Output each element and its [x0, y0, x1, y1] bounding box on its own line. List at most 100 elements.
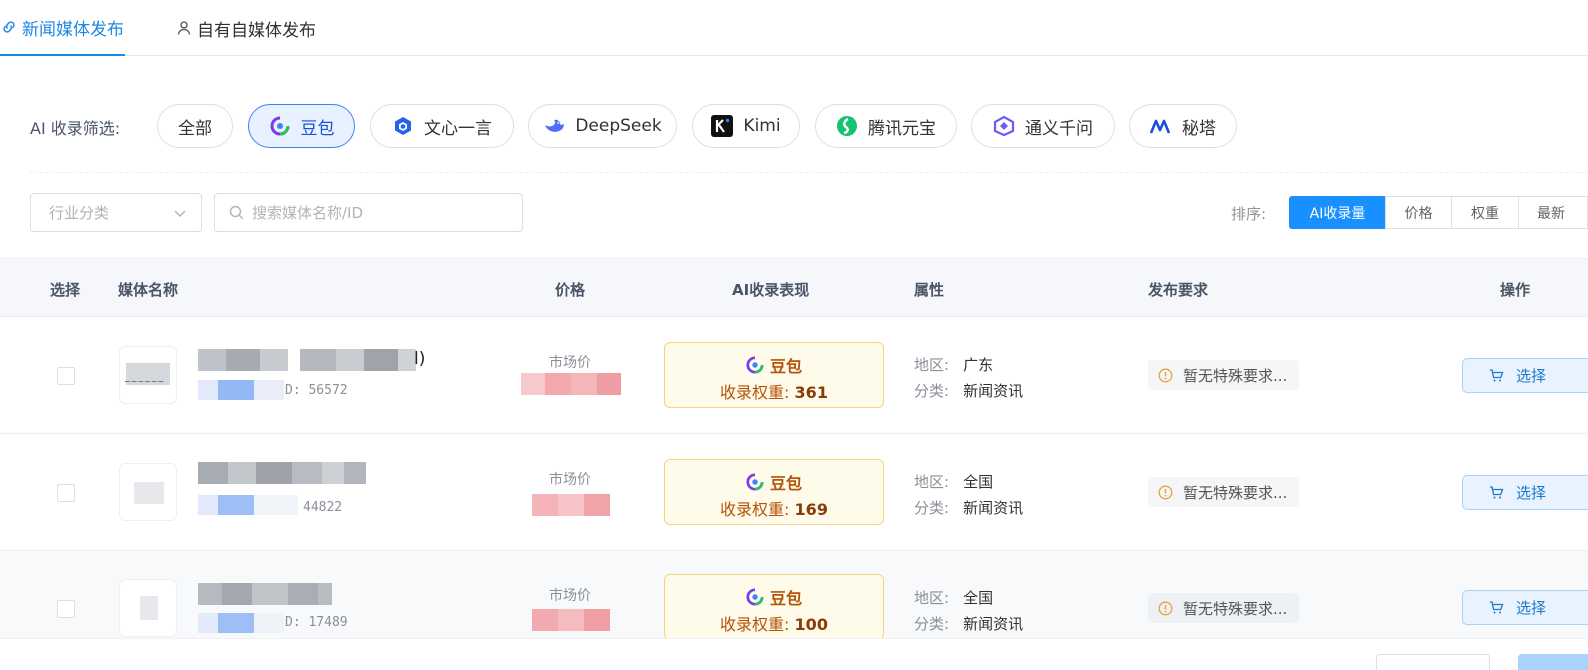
- filter-divider: [30, 172, 1588, 173]
- select-button[interactable]: 选择: [1462, 475, 1588, 510]
- weight-label: 收录权重:: [720, 615, 790, 634]
- category-attr: 分类: 新闻资讯: [914, 615, 1024, 633]
- search-placeholder: 搜索媒体名称/ID: [252, 204, 364, 222]
- table-row: 44822 市场价 豆包 收录权重: 169 地区: 全国 分类: 新闻资讯 暂无特…: [0, 434, 1588, 551]
- row-checkbox[interactable]: [57, 367, 75, 385]
- requirement-tag: 暂无特殊要求...: [1148, 593, 1299, 623]
- weight-label: 收录权重:: [720, 500, 790, 519]
- kimi-logo-icon: [711, 115, 734, 137]
- media-id: 44822: [303, 500, 343, 515]
- media-id-blurred: [198, 380, 284, 400]
- requirement-tag: 暂无特殊要求...: [1148, 477, 1299, 507]
- chip-label: 通义千问: [1025, 118, 1093, 139]
- ai-chip-kimi[interactable]: Kimi: [692, 104, 800, 148]
- ai-performance-card: 豆包 收录权重: 100: [664, 574, 884, 640]
- media-name-blurred: [198, 583, 332, 605]
- page-size-select[interactable]: [1376, 654, 1490, 670]
- media-id-blurred: [198, 495, 298, 515]
- ai-chip-mita[interactable]: 秘塔: [1129, 104, 1237, 148]
- media-logo: [119, 579, 177, 637]
- media-name-blurred: [198, 349, 416, 371]
- industry-placeholder: 行业分类: [49, 204, 110, 222]
- table-row: ~~~~~~ l) D: 56572 市场价 豆包 收录权重: 361 地区: 广…: [0, 317, 1588, 434]
- category-attr: 分类: 新闻资讯: [914, 382, 1024, 400]
- media-logo: [119, 463, 177, 521]
- sort-label: 排序:: [1231, 205, 1267, 223]
- cart-icon: [1489, 368, 1504, 383]
- chip-label: Kimi: [743, 116, 781, 136]
- media-id: D: 56572: [285, 383, 348, 398]
- select-button[interactable]: 选择: [1462, 590, 1588, 625]
- mita-logo-icon: [1150, 115, 1172, 137]
- chevron-down-icon: [173, 206, 187, 224]
- chip-label: 文心一言: [424, 118, 492, 139]
- requirement-tag: 暂无特殊要求...: [1148, 360, 1299, 390]
- ai-performance-card: 豆包 收录权重: 361: [664, 342, 884, 408]
- chip-label: 全部: [178, 118, 212, 139]
- chip-label: 腾讯元宝: [868, 118, 936, 139]
- select-button[interactable]: 选择: [1462, 358, 1588, 393]
- link-icon: [0, 18, 18, 36]
- cart-icon: [1489, 600, 1504, 615]
- weight-value: 361: [794, 383, 828, 402]
- yuanbao-logo-icon: [836, 115, 858, 137]
- ai-performance-card: 豆包 收录权重: 169: [664, 459, 884, 525]
- market-price-label: 市场价: [549, 472, 591, 488]
- tab-own-media[interactable]: 自有自媒体发布: [175, 0, 316, 56]
- search-icon: [229, 205, 244, 220]
- cart-icon: [1489, 485, 1504, 500]
- wenxin-logo-icon: [392, 115, 414, 137]
- tab-label: 自有自媒体发布: [197, 20, 316, 41]
- media-name-suffix: l): [414, 349, 426, 369]
- ai-chip-all[interactable]: 全部: [157, 104, 233, 148]
- doubao-logo-icon: [746, 588, 764, 606]
- sort-newest-button[interactable]: 最新: [1518, 196, 1588, 229]
- media-id: D: 17489: [285, 615, 348, 630]
- header-attributes: 属性: [914, 281, 945, 299]
- row-checkbox[interactable]: [57, 484, 75, 502]
- ai-chip-yuanbao[interactable]: 腾讯元宝: [815, 104, 957, 148]
- market-price-label: 市场价: [549, 355, 591, 371]
- sort-price-button[interactable]: 价格: [1385, 196, 1452, 229]
- doubao-logo-icon: [746, 356, 764, 374]
- market-price-label: 市场价: [549, 588, 591, 604]
- region-attr: 地区: 广东: [914, 356, 994, 374]
- row-checkbox[interactable]: [57, 600, 75, 618]
- tongyi-logo-icon: [993, 115, 1015, 137]
- ai-chip-tongyi[interactable]: 通义千问: [971, 104, 1115, 148]
- sort-weight-button[interactable]: 权重: [1451, 196, 1519, 229]
- ai-name: 豆包: [769, 589, 802, 608]
- tab-label: 新闻媒体发布: [22, 19, 124, 40]
- ai-chip-deepseek[interactable]: DeepSeek: [528, 104, 677, 148]
- industry-select[interactable]: 行业分类: [30, 193, 202, 232]
- search-input[interactable]: 搜索媒体名称/ID: [214, 193, 523, 232]
- header-media-name: 媒体名称: [118, 281, 179, 299]
- deepseek-whale-icon: [543, 115, 565, 137]
- ai-name: 豆包: [769, 357, 802, 376]
- price-blurred: [532, 609, 610, 631]
- ai-chip-wenxin[interactable]: 文心一言: [370, 104, 514, 148]
- header-select: 选择: [50, 281, 81, 299]
- chip-label: 豆包: [300, 118, 335, 139]
- price-blurred: [521, 373, 621, 395]
- tab-news-media[interactable]: 新闻媒体发布: [0, 0, 125, 56]
- header-actions: 操作: [1500, 281, 1531, 299]
- weight-value: 169: [794, 500, 828, 519]
- region-attr: 地区: 全国: [914, 589, 994, 607]
- pagination-button[interactable]: [1518, 654, 1588, 670]
- weight-label: 收录权重:: [720, 383, 790, 402]
- warning-icon: [1158, 485, 1173, 500]
- ai-chip-doubao[interactable]: 豆包: [248, 104, 355, 148]
- publish-tabs: 新闻媒体发布 自有自媒体发布: [0, 0, 1588, 56]
- table-footer: [0, 638, 1588, 670]
- header-price: 价格: [555, 281, 586, 299]
- table-header: 选择 媒体名称 价格 AI收录表现 属性 发布要求 操作: [0, 258, 1588, 317]
- ai-name: 豆包: [769, 474, 802, 493]
- chip-label: 秘塔: [1182, 118, 1216, 139]
- sort-ai-count-button[interactable]: AI收录量: [1289, 196, 1386, 229]
- media-id-blurred: [198, 613, 284, 633]
- region-attr: 地区: 全国: [914, 473, 994, 491]
- sort-button-group: AI收录量 价格 权重 最新: [1289, 196, 1588, 229]
- header-requirements: 发布要求: [1148, 281, 1209, 299]
- chip-label: DeepSeek: [575, 116, 662, 136]
